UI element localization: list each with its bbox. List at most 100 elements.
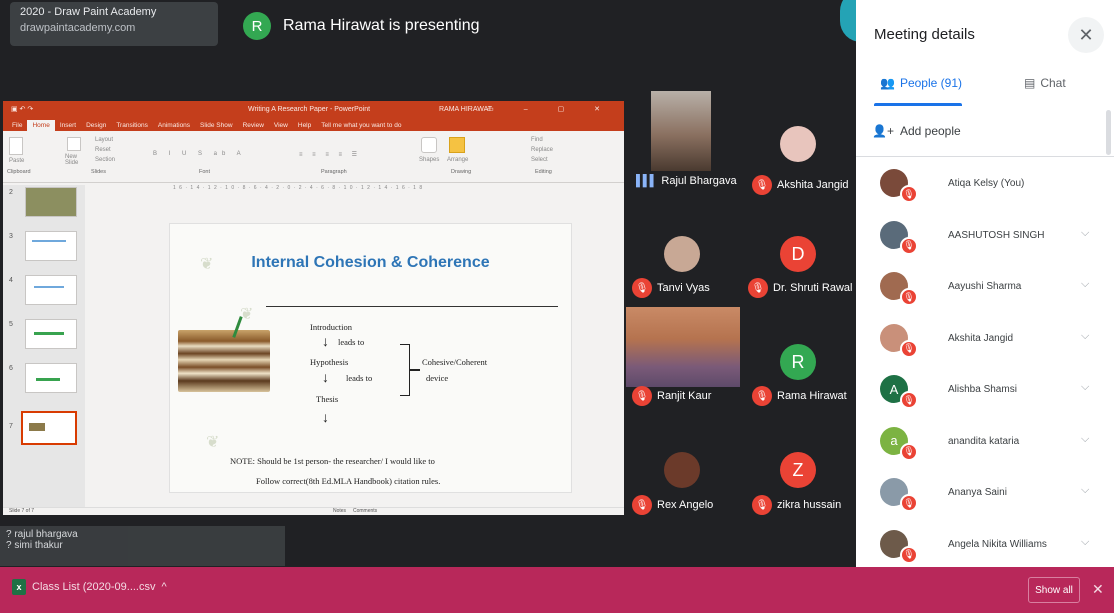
chevron-down-icon[interactable]: ⌵	[1081, 381, 1089, 394]
chevron-down-icon[interactable]: ⌵	[1081, 536, 1089, 549]
mic-off-icon: 🎙	[900, 545, 918, 564]
slide-number: 4	[9, 277, 13, 284]
arrange-icon	[449, 137, 465, 153]
person-name: anandita kataria	[948, 435, 1020, 447]
font-format-icons: B I U S ab A	[153, 151, 246, 157]
ppt-tab: Help	[297, 122, 312, 129]
person-name: Akshita Jangid	[948, 332, 1014, 344]
flow-hypothesis: Hypothesis	[310, 357, 349, 367]
slide-thumbnails: 2 3 4 5 6 7	[3, 185, 85, 515]
meeting-stage: 2020 - Draw Paint Academy drawpaintacade…	[0, 0, 882, 567]
mic-off-icon: 🎙	[752, 495, 772, 515]
person-row[interactable]: A 🎙 Alishba Shamsi ⌵	[856, 365, 1114, 417]
ppt-tab: Review	[242, 122, 264, 129]
add-people-label: Add people	[899, 124, 961, 138]
paragraph-icons: ≡ ≡ ≡ ≡ ☰	[299, 152, 362, 158]
ribbon-layout: Layout	[95, 137, 114, 143]
participant-avatar-rama: R	[780, 344, 816, 380]
person-name: Aayushi Sharma	[948, 281, 1022, 292]
participant-avatar-shruti: D	[780, 236, 816, 272]
participant-name: Rama Hirawat	[777, 390, 847, 402]
flow-introduction: Introduction	[310, 322, 353, 332]
watermark-title: 2020 - Draw Paint Academy	[20, 6, 157, 18]
tab-people-label: People (91)	[899, 76, 962, 90]
save-icon: ▣ ↶ ↷	[11, 106, 34, 113]
ribbon-group-font: Font	[199, 169, 211, 175]
participant-tile-tanvi[interactable]: 🎙 Tanvi Vyas	[632, 278, 710, 298]
participant-tile-rama[interactable]: 🎙 Rama Hirawat	[752, 386, 847, 406]
leaf-decoration-icon: ❦	[240, 306, 254, 323]
person-row[interactable]: 🎙 Aayushi Sharma ⌵	[856, 262, 1114, 314]
flow-device: device	[426, 373, 449, 383]
ppt-tab-home: Home	[27, 120, 55, 131]
chat-overlay-line: ? rajul bhargava	[6, 529, 78, 540]
ribbon-group-slides: Slides	[91, 169, 106, 175]
mic-off-icon: 🎙	[900, 494, 918, 512]
shared-screen: ▣ ↶ ↷ Writing A Research Paper - PowerPo…	[3, 101, 624, 515]
participant-video-rajul	[651, 91, 711, 171]
download-item[interactable]: x Class List (2020-09....csv ^	[12, 579, 167, 595]
person-name: Ananya Saini	[948, 487, 1007, 498]
down-arrow-icon: ↓	[322, 409, 329, 425]
tab-chat[interactable]: ▤ Chat	[1024, 76, 1066, 90]
presenter-banner: R Rama Hirawat is presenting	[243, 12, 480, 40]
close-downloads-icon[interactable]: ✕	[1092, 581, 1104, 598]
chevron-down-icon[interactable]: ⌵	[1081, 227, 1089, 240]
ribbon-replace: Replace	[531, 147, 554, 153]
slide-thumbnail	[25, 275, 77, 305]
participant-tile-ranjit[interactable]: 🎙 Ranjit Kaur	[632, 386, 711, 406]
slide-note-line1: NOTE: Should be 1st person- the research…	[230, 456, 435, 466]
close-panel-button[interactable]: ✕	[1068, 17, 1104, 53]
status-notes: Notes	[333, 508, 347, 514]
ppt-tab: View	[273, 122, 288, 129]
chevron-up-icon[interactable]: ^	[162, 581, 167, 593]
person-row[interactable]: 🎙 Akshita Jangid ⌵	[856, 314, 1114, 366]
mic-off-icon: 🎙	[752, 386, 772, 406]
participant-tile-akshita[interactable]: 🎙 Akshita Jangid	[752, 175, 849, 195]
person-name: Alishba Shamsi	[948, 384, 1017, 395]
person-row[interactable]: 🎙 Ananya Saini ⌵	[856, 468, 1114, 520]
person-name: Angela Nikita Williams	[948, 538, 1047, 550]
panel-scrollbar[interactable]	[1106, 110, 1111, 155]
participant-tile-rajul[interactable]: ▌▌▌ Rajul Bhargava	[636, 175, 737, 187]
person-row[interactable]: 🎙 Atiqa Kelsy (You)	[856, 159, 1114, 211]
status-comments: Comments	[353, 508, 378, 514]
participant-tile-shruti[interactable]: 🎙 Dr. Shruti Rawal	[748, 278, 852, 298]
slide-number: 7	[9, 423, 13, 430]
status-slide-count: Slide 7 of 7	[9, 508, 35, 514]
mic-off-icon: 🎙	[900, 185, 918, 203]
person-row[interactable]: 🎙 AASHUTOSH SINGH ⌵	[856, 211, 1114, 263]
watermark-overlay: 2020 - Draw Paint Academy drawpaintacade…	[10, 2, 218, 46]
participant-tile-zikra[interactable]: 🎙 zikra hussain	[752, 495, 841, 515]
ribbon-arrange: Arrange	[447, 157, 469, 163]
show-all-button[interactable]: Show all	[1028, 577, 1080, 603]
participant-tile-rex[interactable]: 🎙 Rex Angelo	[632, 495, 713, 515]
leaf-decoration-icon: ❦	[206, 434, 220, 451]
ribbon-group-drawing: Drawing	[451, 169, 472, 175]
mic-off-icon: 🎙	[632, 495, 652, 515]
chat-overlay-line: ? simi thakur	[6, 540, 63, 551]
ppt-tab: File	[12, 122, 23, 129]
participant-video-ranjit	[626, 307, 740, 387]
tab-chat-label: Chat	[1040, 76, 1066, 90]
tab-people[interactable]: 👥 People (91)	[880, 76, 962, 90]
ribbon-select: Select	[531, 157, 548, 163]
chevron-down-icon[interactable]: ⌵	[1081, 330, 1089, 343]
downloads-bar: x Class List (2020-09....csv ^ Show all …	[0, 567, 1114, 613]
participant-name: zikra hussain	[777, 499, 842, 511]
chevron-down-icon[interactable]: ⌵	[1081, 484, 1089, 497]
slide-number: 2	[9, 189, 13, 196]
chevron-down-icon[interactable]: ⌵	[1081, 433, 1089, 446]
add-people-button[interactable]: 👤+ Add people	[872, 124, 961, 138]
person-row[interactable]: a 🎙 anandita kataria ⌵	[856, 417, 1114, 469]
close-icon: ✕	[1078, 24, 1094, 45]
person-row[interactable]: 🎙 Angela Nikita Williams ⌵	[856, 520, 1114, 572]
chevron-down-icon[interactable]: ⌵	[1081, 278, 1089, 291]
flow-leads-to-2: leads to	[346, 373, 373, 383]
ppt-ruler: 1 6 · 1 4 · 1 2 · 1 0 · 8 · 6 · 4 · 2 · …	[173, 185, 424, 191]
ribbon-find: Find	[531, 137, 543, 143]
slide-thumbnail-selected	[21, 411, 77, 445]
panel-divider	[856, 156, 1114, 157]
slide-divider	[266, 306, 558, 307]
ribbon-reset: Reset	[95, 147, 111, 153]
